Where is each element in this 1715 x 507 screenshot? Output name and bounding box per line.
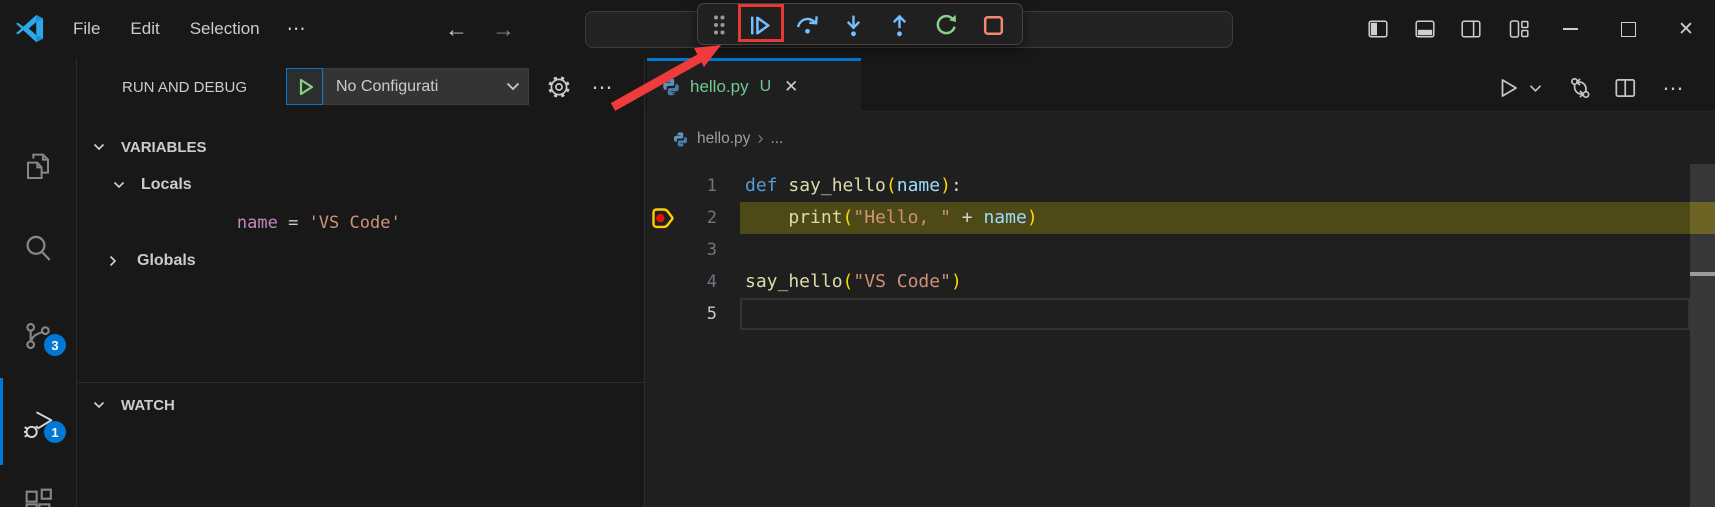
variable-name: name	[237, 213, 278, 233]
globals-label: Globals	[137, 252, 196, 270]
chevron-down-icon	[506, 82, 520, 91]
toggle-secondary-sidebar-icon[interactable]	[1459, 17, 1483, 41]
toolbar-drag-grip[interactable]	[710, 10, 728, 40]
editor-more-icon[interactable]: ⋯	[1659, 74, 1687, 102]
section-divider	[77, 382, 645, 383]
debug-config-dropdown[interactable]: No Configurati	[323, 68, 529, 105]
sidebar-title: RUN AND DEBUG	[122, 58, 247, 116]
variable-value: 'VS Code'	[309, 213, 401, 233]
vscode-window: File Edit Selection ⋯ ← →	[0, 0, 1715, 507]
minimize-icon	[1563, 28, 1578, 30]
code-line-4: 4 say_hello("VS Code")	[645, 266, 1715, 298]
menu-edit[interactable]: Edit	[115, 19, 174, 39]
debug-stop-icon[interactable]	[978, 10, 1008, 40]
overview-ruler-exec-decoration	[1690, 202, 1715, 234]
chevron-down-icon	[113, 181, 125, 189]
toggle-panel-icon[interactable]	[1413, 17, 1437, 41]
split-editor-icon[interactable]	[1611, 74, 1639, 102]
toggle-sidebar-icon[interactable]	[1366, 17, 1390, 41]
activity-bar: 3 1	[0, 58, 77, 507]
customize-layout-icon[interactable]	[1507, 17, 1531, 41]
locals-label: Locals	[141, 176, 192, 194]
gear-icon[interactable]	[546, 74, 572, 100]
tab-close-icon[interactable]: ✕	[784, 77, 798, 97]
vscode-logo	[14, 13, 45, 44]
maximize-button[interactable]	[1605, 0, 1651, 58]
variables-section-header[interactable]: VARIABLES	[77, 130, 661, 164]
debug-step-into-icon[interactable]	[838, 10, 868, 40]
open-changes-icon[interactable]	[1566, 74, 1594, 102]
menu-more-icon[interactable]: ⋯	[275, 18, 320, 41]
run-file-icon[interactable]	[1494, 74, 1522, 102]
globals-scope-row[interactable]: Globals	[77, 244, 677, 278]
maximize-icon	[1621, 22, 1636, 37]
breadcrumb-file[interactable]: hello.py	[697, 130, 750, 148]
chevron-down-icon	[93, 143, 105, 151]
active-view-indicator	[0, 378, 3, 465]
python-icon	[661, 77, 681, 97]
line-number: 4	[685, 266, 717, 298]
line-number: 3	[685, 234, 717, 266]
watch-section-header[interactable]: WATCH	[77, 386, 661, 424]
tab-filename: hello.py	[690, 77, 749, 97]
navigate-back-icon[interactable]: ←	[445, 0, 468, 58]
menu-file[interactable]: File	[58, 19, 115, 39]
code-line-1: 1 def say_hello(name):	[645, 170, 1715, 202]
navigate-forward-icon[interactable]: →	[492, 0, 515, 58]
watch-title: WATCH	[121, 397, 175, 414]
debug-badge: 1	[44, 421, 66, 443]
code-editor[interactable]: 1 def say_hello(name): 2 print("Hello, "…	[645, 170, 1715, 507]
tab-hello-py[interactable]: hello.py U ✕	[647, 58, 861, 112]
run-options-chevron-icon[interactable]	[1526, 74, 1544, 102]
source-control-badge: 3	[44, 334, 66, 356]
python-icon	[672, 131, 689, 148]
minimize-button[interactable]	[1547, 0, 1593, 58]
editor-scrollbar[interactable]	[1690, 164, 1715, 507]
close-button[interactable]: ✕	[1663, 0, 1709, 58]
tab-git-status: U	[760, 78, 772, 96]
run-debug-sidebar: RUN AND DEBUG No Configurati ⋯ VARIABLES	[77, 58, 645, 507]
chevron-down-icon	[93, 401, 105, 409]
breadcrumb[interactable]: hello.py › ...	[645, 122, 1715, 156]
menu-selection[interactable]: Selection	[175, 19, 275, 39]
debug-step-out-icon[interactable]	[884, 10, 914, 40]
annotation-highlight-box	[738, 4, 784, 42]
line-number: 2	[685, 202, 717, 234]
debug-restart-icon[interactable]	[931, 10, 961, 40]
more-dots: ⋯	[592, 75, 613, 100]
current-line-border	[740, 298, 1690, 330]
search-icon[interactable]	[22, 232, 54, 264]
variable-row[interactable]: name = 'VS Code'	[77, 206, 723, 240]
views-more-icon[interactable]: ⋯	[589, 74, 615, 100]
editor-group: hello.py U ✕ ⋯	[645, 58, 1715, 507]
extensions-icon[interactable]	[22, 487, 54, 507]
overview-ruler-cursor-decoration	[1690, 272, 1715, 276]
debug-step-over-icon[interactable]	[792, 10, 822, 40]
chevron-right-icon	[109, 255, 117, 267]
more-dots: ⋯	[1663, 76, 1684, 101]
breadcrumb-separator-icon: ›	[757, 128, 763, 149]
close-icon: ✕	[1678, 18, 1694, 41]
line-number-active: 5	[685, 298, 717, 330]
explorer-icon[interactable]	[22, 150, 54, 182]
breakpoint-hit-icon[interactable]	[649, 205, 677, 231]
start-debug-button[interactable]	[286, 68, 323, 105]
menubar: File Edit Selection ⋯	[58, 0, 320, 58]
code-line-3: 3	[645, 234, 1715, 266]
debug-config-label: No Configurati	[336, 78, 506, 96]
variables-title: VARIABLES	[121, 139, 207, 156]
line-number: 1	[685, 170, 717, 202]
variable-equals: =	[278, 213, 309, 233]
breadcrumb-symbol[interactable]: ...	[770, 130, 783, 148]
